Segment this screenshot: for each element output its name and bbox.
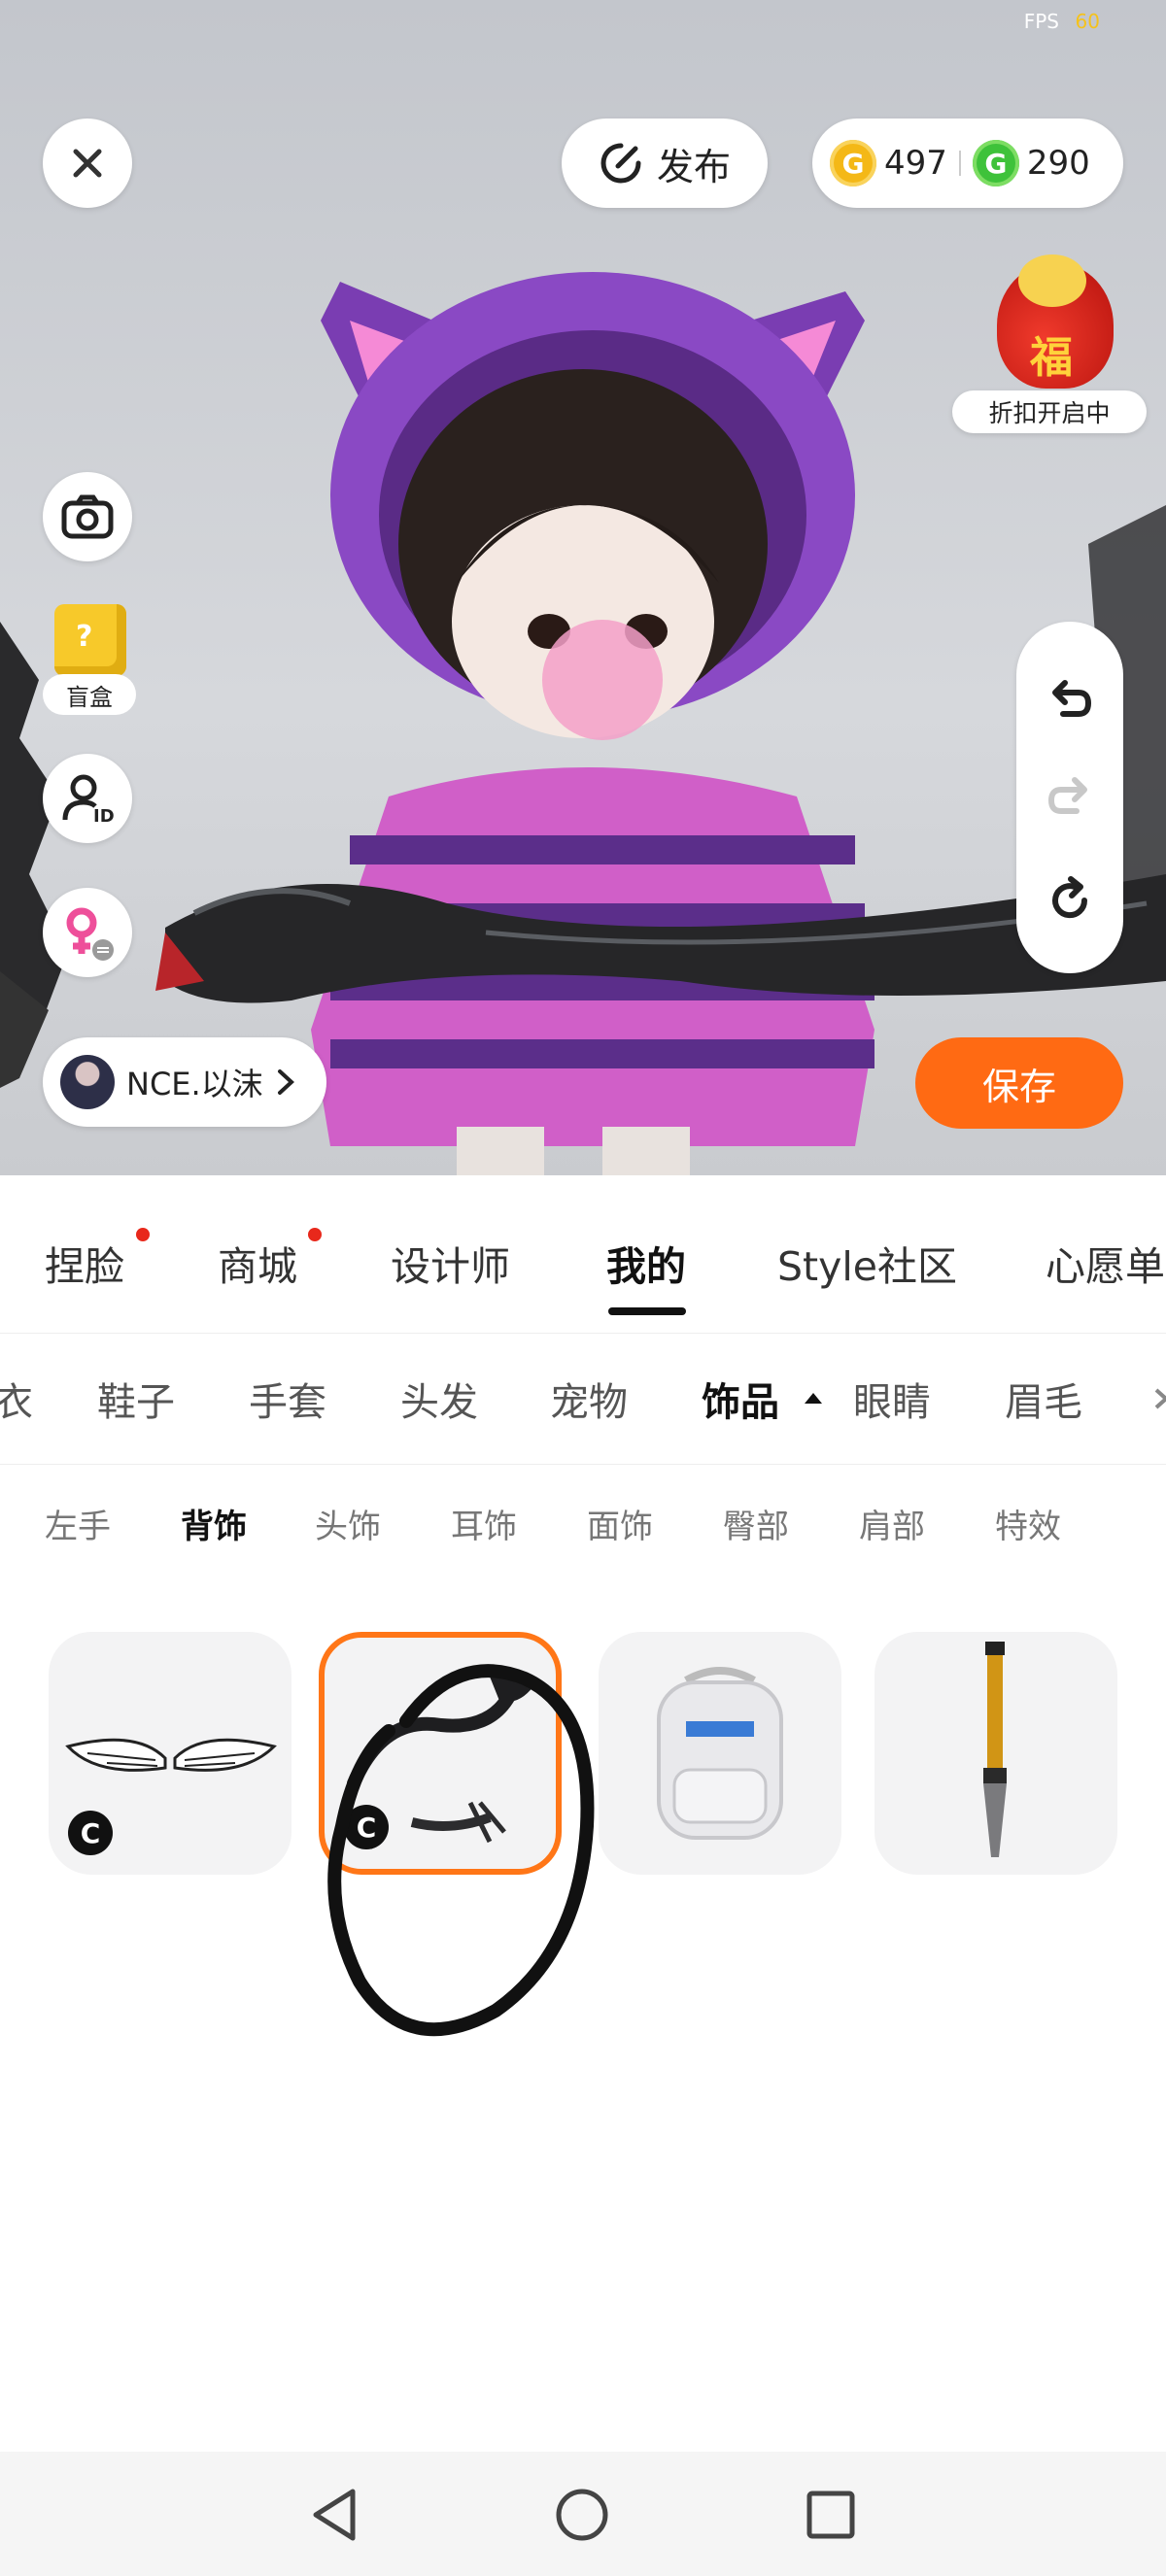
subtab-hip[interactable]: 臀部 [723,1500,789,1547]
subcategory-tab-bar: 左手 背饰 头饰 耳饰 面饰 臀部 肩部 特效 [0,1465,1166,1581]
creator-badge-icon: C [68,1811,113,1855]
promo-label: 折扣开启中 [952,390,1147,433]
item-card-brush[interactable] [874,1632,1117,1875]
subtab-left-hand[interactable]: 左手 [45,1500,111,1547]
tab-designer[interactable]: 设计师 [391,1234,510,1292]
category-accessories[interactable]: 饰品 [702,1371,779,1427]
recents-button[interactable] [797,2481,865,2549]
publish-label: 发布 [656,145,731,188]
reset-button[interactable] [1041,870,1099,929]
fps-value: 60 [1075,10,1100,33]
subtab-ear[interactable]: 耳饰 [451,1500,517,1547]
gold-amount: 497 [884,144,947,183]
subtab-back[interactable]: 背饰 [181,1500,247,1547]
currency-balance[interactable]: G 497 G 290 [812,119,1123,208]
category-tab-bar: 衣 鞋子 手套 头发 宠物 饰品 眼睛 眉毛 [0,1334,1166,1465]
caret-up-icon [805,1393,822,1404]
subtab-shoulder[interactable]: 肩部 [859,1500,925,1547]
tab-face[interactable]: 捏脸 [45,1234,124,1292]
category-eyes[interactable]: 眼睛 [853,1371,931,1427]
category-gloves[interactable]: 手套 [249,1371,326,1427]
subtab-effects[interactable]: 特效 [995,1500,1061,1547]
camera-button[interactable] [43,472,132,561]
currency-divider [958,151,961,176]
publish-icon [600,143,641,184]
back-button[interactable] [301,2481,369,2549]
reset-icon [1052,876,1088,919]
back-icon [313,2489,356,2541]
brush-thumbnail [983,1642,1007,1857]
camera-icon [61,494,114,539]
save-button[interactable]: 保存 [915,1037,1123,1129]
tab-mine[interactable]: 我的 [606,1234,686,1292]
green-coin-icon: G [972,140,1019,186]
close-button[interactable] [43,119,132,208]
avatar-preview-stage[interactable]: FPS 60 发布 G 497 G 290 福 折扣开启中 ? 盲盒 ID NC… [0,0,1166,1175]
avatar-id-button[interactable]: ID [43,754,132,843]
user-name: NCE.以沫 [126,1066,263,1102]
tab-style-community[interactable]: Style社区 [777,1234,957,1292]
blind-box-button[interactable]: ? 盲盒 [43,604,140,721]
category-clothes[interactable]: 衣 [0,1371,33,1427]
item-card-wings[interactable]: C [49,1632,292,1875]
undo-button[interactable] [1041,670,1099,729]
gold-coin-icon: G [830,140,876,186]
id-icon: ID [62,774,115,826]
category-eyebrows[interactable]: 眉毛 [1005,1371,1082,1427]
redo-icon [1047,777,1087,814]
more-categories-icon [1154,1388,1166,1409]
category-shoes[interactable]: 鞋子 [97,1371,175,1427]
category-hair[interactable]: 头发 [400,1371,478,1427]
tab-mall-badge [308,1228,322,1241]
item-card-black-dragon[interactable]: C [319,1632,562,1875]
close-icon [73,149,102,178]
gender-switch-button[interactable] [43,888,132,977]
fps-label: FPS [1023,10,1059,33]
undo-icon [1052,680,1092,717]
discount-promo[interactable]: 福 折扣开启中 [952,254,1147,439]
category-pet[interactable]: 宠物 [550,1371,628,1427]
fu-character: 福 [1030,333,1073,383]
chevron-right-icon [277,1069,294,1095]
creator-badge-icon: C [344,1805,389,1849]
backpack-thumbnail [657,1667,783,1840]
blind-box-label: 盲盒 [43,674,136,715]
system-navigation-bar [0,2452,1166,2576]
publish-button[interactable]: 发布 [562,119,768,208]
green-amount: 290 [1026,144,1090,183]
mascot-icon [1018,254,1086,307]
home-icon [556,2489,608,2541]
active-tab-indicator [608,1307,686,1315]
blind-box-mark: ? [76,620,93,654]
history-controls [1016,622,1123,973]
main-tab-bar: 捏脸 商城 设计师 我的 Style社区 心愿单 [0,1175,1166,1334]
gender-switch-icon [66,907,114,961]
subtab-head[interactable]: 头饰 [315,1500,381,1547]
tab-face-badge [136,1228,150,1241]
svg-text:ID: ID [93,806,115,826]
user-profile-chip[interactable]: NCE.以沫 [43,1037,326,1127]
subtab-face[interactable]: 面饰 [587,1500,653,1547]
tab-mall[interactable]: 商城 [218,1234,297,1292]
item-card-white-backpack[interactable] [599,1632,841,1875]
tab-wishlist[interactable]: 心愿单 [1046,1234,1165,1292]
redo-button[interactable] [1041,767,1099,826]
avatar [60,1055,115,1109]
recents-icon [806,2491,855,2539]
home-button[interactable] [548,2481,616,2549]
